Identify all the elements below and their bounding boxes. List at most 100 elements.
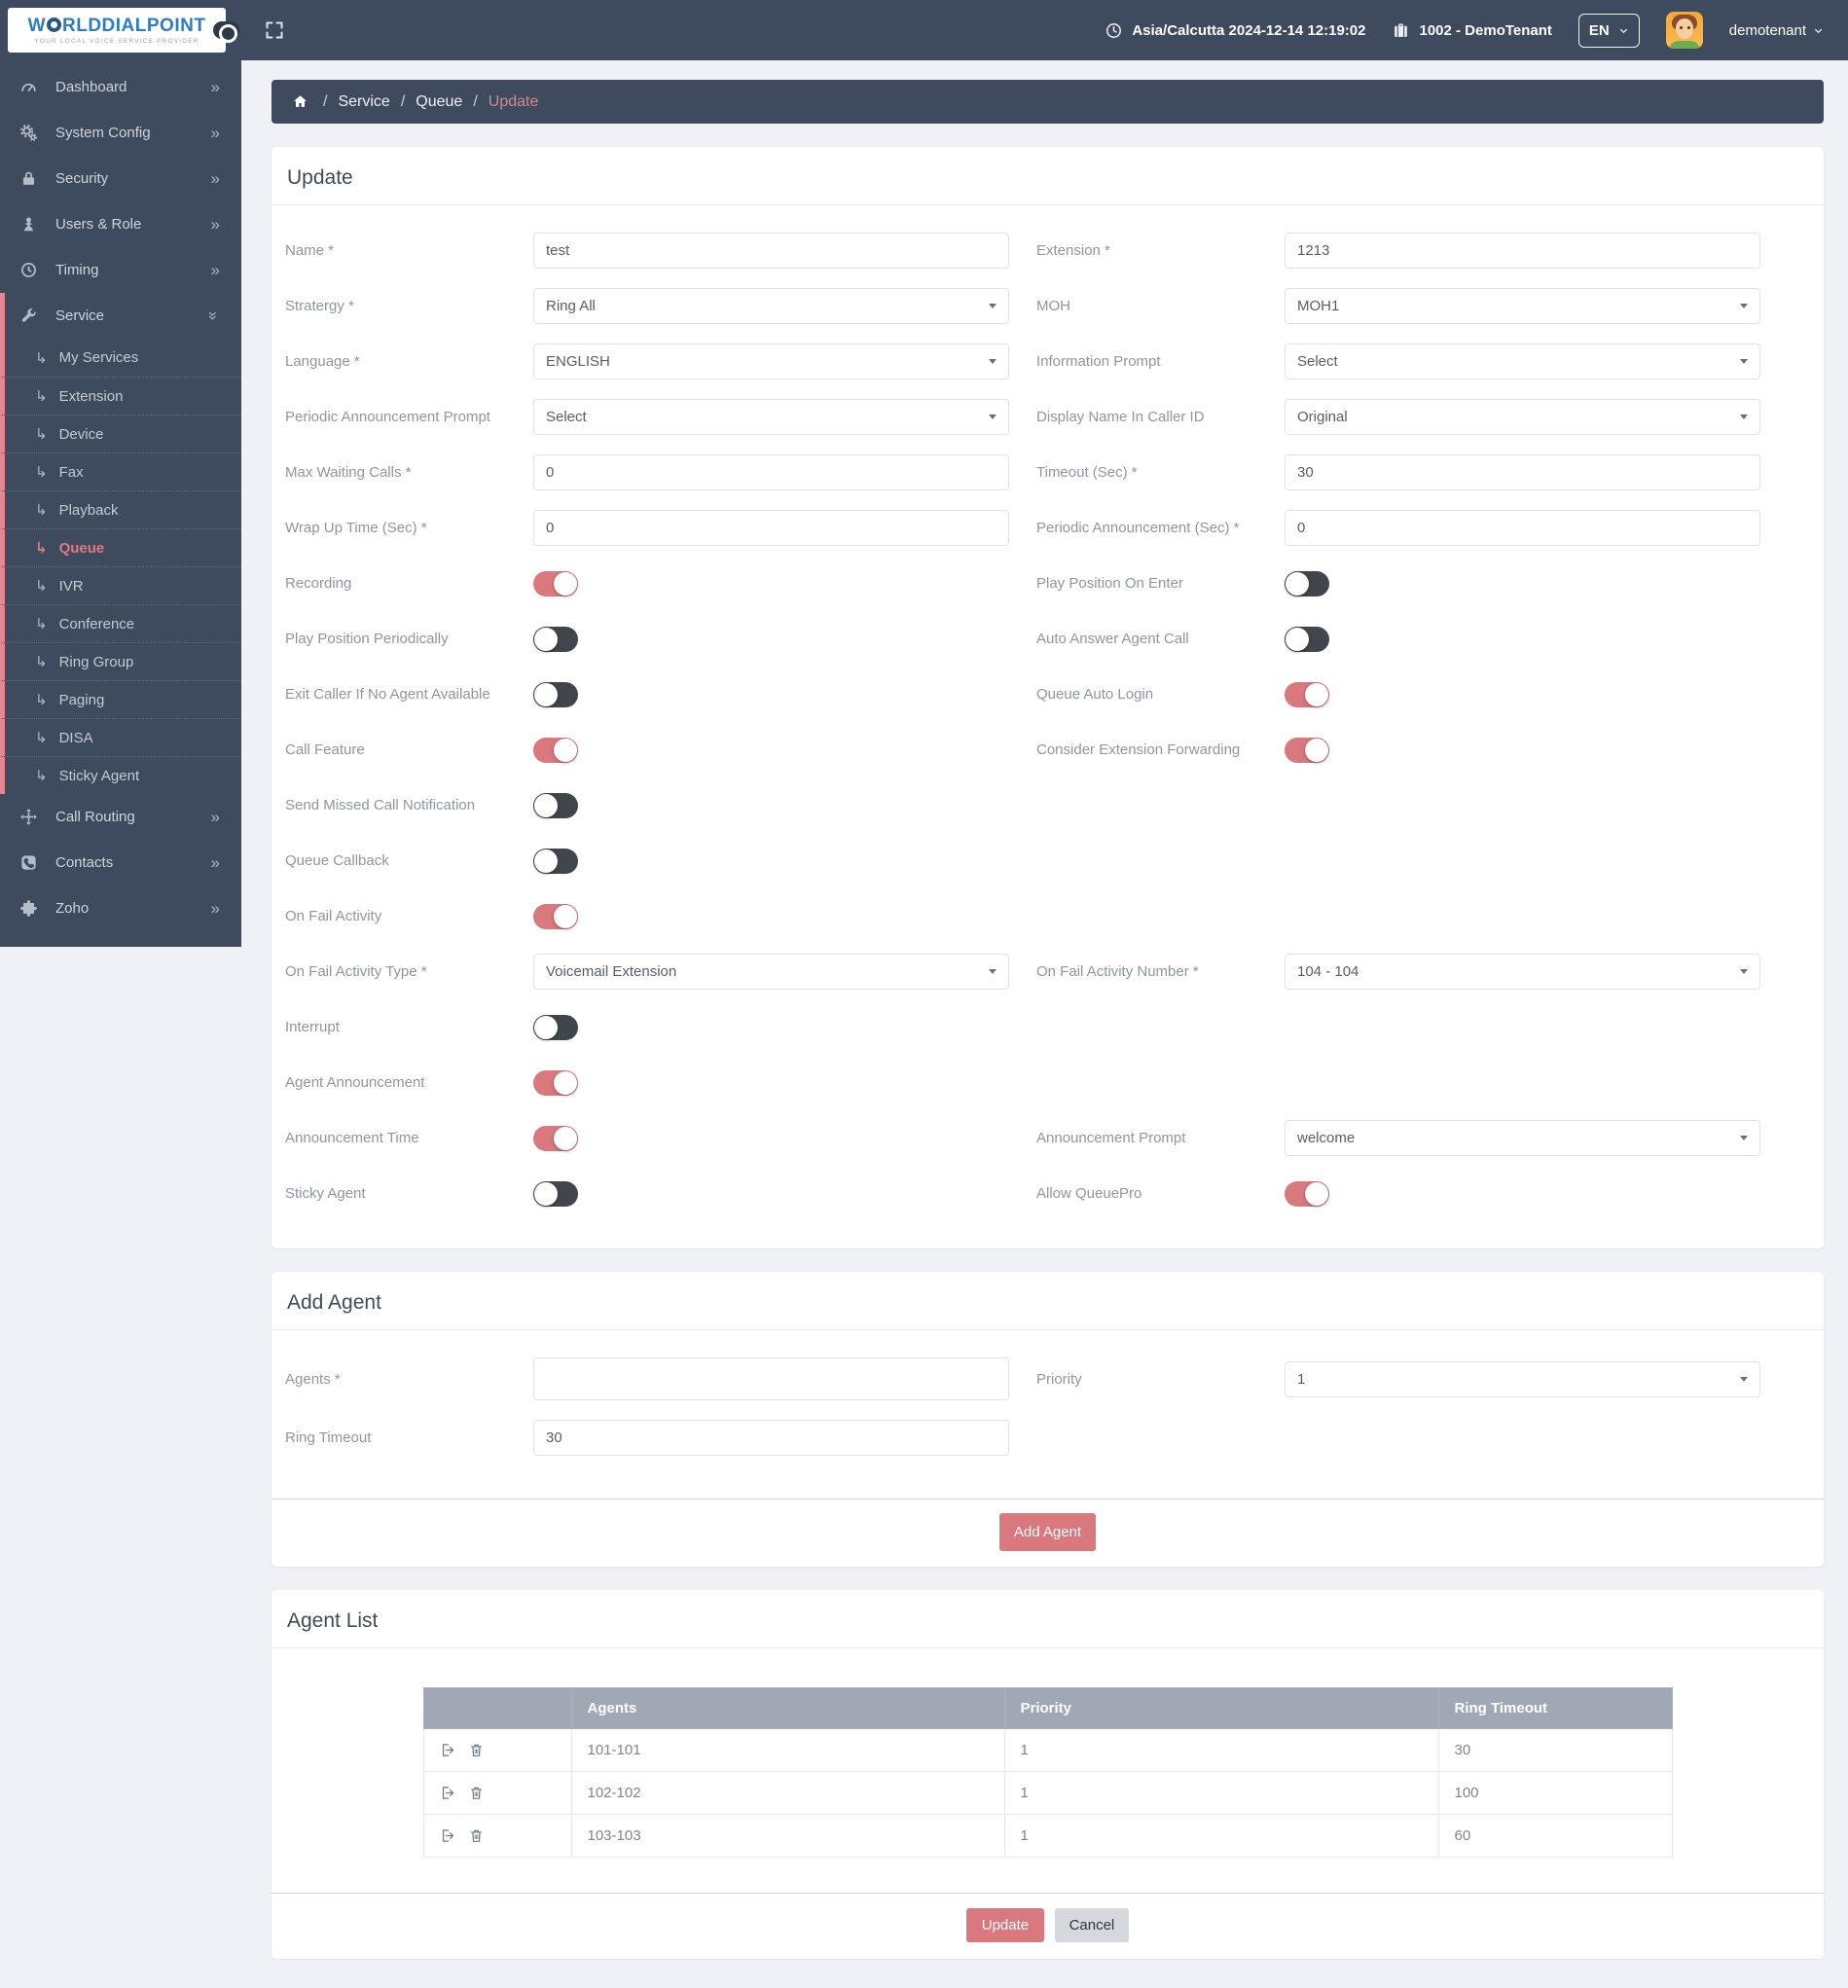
- stratergy-select[interactable]: Ring All: [533, 288, 1009, 324]
- sidebar-item-label: Extension: [58, 387, 124, 405]
- agent-announcement-toggle[interactable]: [533, 1069, 578, 1096]
- sidebar-item-ivr[interactable]: ↳ IVR: [0, 566, 241, 604]
- agent-signout-icon[interactable]: [440, 1742, 456, 1758]
- chevron-right-icon: »: [210, 853, 220, 872]
- sidebar-item-playback[interactable]: ↳ Playback: [0, 490, 241, 528]
- cancel-button[interactable]: Cancel: [1054, 1908, 1130, 1942]
- periodic-announcement-prompt-value: Select: [546, 409, 587, 425]
- column-header-agents: Agents: [570, 1687, 1005, 1729]
- user-avatar[interactable]: [1665, 12, 1703, 49]
- submenu-arrow-icon: ↳: [35, 540, 48, 557]
- user-menu[interactable]: demotenant: [1729, 22, 1824, 39]
- sidebar-item-security[interactable]: Security »: [0, 156, 241, 201]
- moh-select[interactable]: MOH1: [1285, 288, 1760, 324]
- priority-select[interactable]: 1: [1285, 1360, 1760, 1397]
- agent-signout-icon[interactable]: [440, 1827, 456, 1844]
- agent-priority-cell: 1: [1003, 1771, 1439, 1815]
- sidebar-item-contacts[interactable]: Contacts »: [0, 840, 241, 886]
- announcement-prompt-select[interactable]: welcome: [1285, 1120, 1760, 1156]
- sidebar-item-service[interactable]: Service »: [0, 293, 241, 339]
- agent-delete-icon[interactable]: [468, 1742, 485, 1758]
- wrap-up-time-sec-input[interactable]: [533, 510, 1009, 546]
- moh-value: MOH1: [1297, 298, 1340, 314]
- call-feature-toggle[interactable]: [533, 737, 578, 763]
- sidebar-item-device[interactable]: ↳ Device: [0, 415, 241, 452]
- move-icon: [19, 808, 41, 826]
- logo[interactable]: W RLDDIALPOINT YOUR LOCAL VOICE SERVICE P…: [8, 8, 239, 53]
- language-selector[interactable]: EN: [1577, 13, 1640, 48]
- sidebar-item-ring-group[interactable]: ↳ Ring Group: [0, 642, 241, 680]
- sidebar-item-timing[interactable]: Timing »: [0, 247, 241, 293]
- display-name-in-caller-id-select[interactable]: Original: [1285, 399, 1760, 435]
- breadcrumb-queue[interactable]: Queue: [416, 93, 462, 110]
- interrupt-toggle[interactable]: [533, 1014, 578, 1040]
- toggle-knob: [554, 738, 577, 762]
- breadcrumb-service[interactable]: Service: [338, 93, 389, 110]
- queue-auto-login-toggle[interactable]: [1285, 681, 1329, 707]
- agent-delete-icon[interactable]: [468, 1785, 485, 1801]
- form-row: Wrap Up Time (Sec) * Periodic Announcemen…: [285, 510, 1808, 546]
- consider-extension-forwarding-toggle[interactable]: [1285, 737, 1329, 763]
- information-prompt-select[interactable]: Select: [1285, 343, 1760, 380]
- name-label: Name *: [285, 242, 335, 259]
- sidebar-item-users-role[interactable]: Users & Role »: [0, 201, 241, 247]
- sidebar-item-call-routing[interactable]: Call Routing »: [0, 794, 241, 840]
- consider-extension-forwarding-label: Consider Extension Forwarding: [1036, 741, 1241, 758]
- form-row: Call Feature Consider Extension Forwardin…: [285, 732, 1808, 768]
- sidebar-item-label: Dashboard: [55, 79, 127, 95]
- form-row: Send Missed Call Notification: [285, 787, 1808, 823]
- toggle-knob: [534, 1181, 558, 1206]
- on-fail-activity-toggle[interactable]: [533, 903, 578, 929]
- fullscreen-icon[interactable]: [265, 20, 284, 40]
- extension-input[interactable]: [1285, 233, 1760, 269]
- timeout-sec-input[interactable]: [1285, 454, 1760, 490]
- sticky-agent-toggle[interactable]: [533, 1180, 578, 1207]
- tenant-display[interactable]: 1002 - DemoTenant: [1392, 21, 1552, 40]
- dropdown-caret-icon: [1740, 1136, 1748, 1140]
- add-agent-button[interactable]: Add Agent: [998, 1513, 1097, 1551]
- play-position-periodically-toggle[interactable]: [533, 626, 578, 652]
- ring-timeout-input[interactable]: [533, 1420, 1009, 1456]
- sidebar-item-fax[interactable]: ↳ Fax: [0, 452, 241, 490]
- sidebar-item-sticky-agent[interactable]: ↳ Sticky Agent: [0, 756, 241, 794]
- sidebar-item-extension[interactable]: ↳ Extension: [0, 377, 241, 415]
- sidebar-item-my-services[interactable]: ↳ My Services: [0, 339, 241, 377]
- language-select[interactable]: ENGLISH: [533, 343, 1009, 380]
- sidebar-item-paging[interactable]: ↳ Paging: [0, 680, 241, 718]
- actions-column-header: [422, 1687, 572, 1729]
- sidebar-item-label: System Config: [55, 125, 151, 141]
- sidebar-item-label: Ring Group: [58, 653, 134, 670]
- sidebar-item-queue[interactable]: ↳ Queue: [0, 528, 241, 566]
- sidebar-toggle-icon[interactable]: [213, 21, 239, 43]
- auto-answer-agent-call-toggle[interactable]: [1285, 626, 1329, 652]
- recording-toggle[interactable]: [533, 570, 578, 596]
- queue-callback-toggle[interactable]: [533, 848, 578, 874]
- sidebar-item-disa[interactable]: ↳ DISA: [0, 718, 241, 756]
- submenu-arrow-icon: ↳: [35, 730, 48, 746]
- toggle-cell: [533, 737, 1009, 763]
- update-button[interactable]: Update: [965, 1908, 1045, 1942]
- on-fail-activity-number-value: 104 - 104: [1297, 963, 1359, 980]
- home-icon[interactable]: [292, 93, 308, 110]
- allow-queuepro-toggle[interactable]: [1285, 1180, 1329, 1207]
- send-missed-call-notification-toggle[interactable]: [533, 792, 578, 818]
- announcement-time-toggle[interactable]: [533, 1125, 578, 1151]
- agent-signout-icon[interactable]: [440, 1785, 456, 1801]
- sidebar-item-conference[interactable]: ↳ Conference: [0, 604, 241, 642]
- periodic-announcement-sec-input[interactable]: [1285, 510, 1760, 546]
- agent-agents-cell: 101-101: [570, 1728, 1005, 1772]
- breadcrumb-separator: /: [400, 92, 406, 110]
- sidebar-item-dashboard[interactable]: Dashboard »: [0, 64, 241, 110]
- sidebar-item-zoho[interactable]: Zoho »: [0, 886, 241, 931]
- sidebar-item-system-config[interactable]: System Config »: [0, 110, 241, 156]
- agent-delete-icon[interactable]: [468, 1827, 485, 1844]
- exit-caller-if-no-agent-available-toggle[interactable]: [533, 681, 578, 707]
- name-input[interactable]: [533, 233, 1009, 269]
- periodic-announcement-prompt-select[interactable]: Select: [533, 399, 1009, 435]
- dropdown-caret-icon: [1740, 1376, 1748, 1382]
- on-fail-activity-number-select[interactable]: 104 - 104: [1285, 954, 1760, 990]
- play-position-on-enter-toggle[interactable]: [1285, 570, 1329, 596]
- on-fail-activity-type-select[interactable]: Voicemail Extension: [533, 954, 1009, 990]
- agents-input[interactable]: [533, 1357, 1009, 1400]
- max-waiting-calls-input[interactable]: [533, 454, 1009, 490]
